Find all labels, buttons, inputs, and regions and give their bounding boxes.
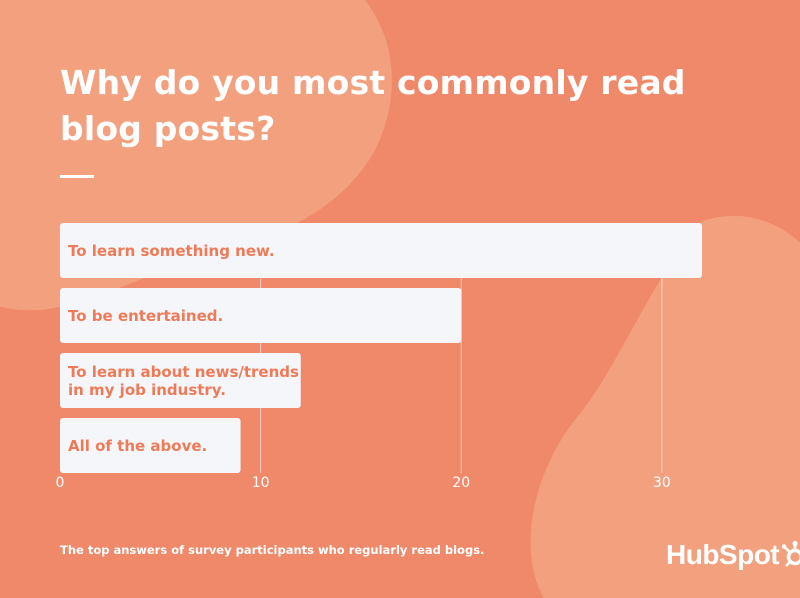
- bar-label: To learn something new.: [68, 242, 275, 260]
- bar-label: All of the above.: [68, 437, 207, 455]
- x-tick-label: 0: [56, 475, 65, 491]
- caption: The top answers of survey participants w…: [60, 543, 485, 557]
- x-tick-label: 10: [252, 475, 270, 491]
- infographic: Why do you most commonly read blog posts…: [0, 0, 800, 598]
- bar-chart: To learn something new. To be entertained…: [56, 223, 702, 491]
- sprocket-icon: [781, 540, 800, 567]
- x-tick-label: 30: [653, 475, 671, 491]
- x-tick-label: 20: [452, 475, 470, 491]
- bar-label: To be entertained.: [68, 307, 223, 325]
- hubspot-logo: HubSpot: [666, 537, 800, 573]
- logo-text: HubSpot: [666, 539, 780, 570]
